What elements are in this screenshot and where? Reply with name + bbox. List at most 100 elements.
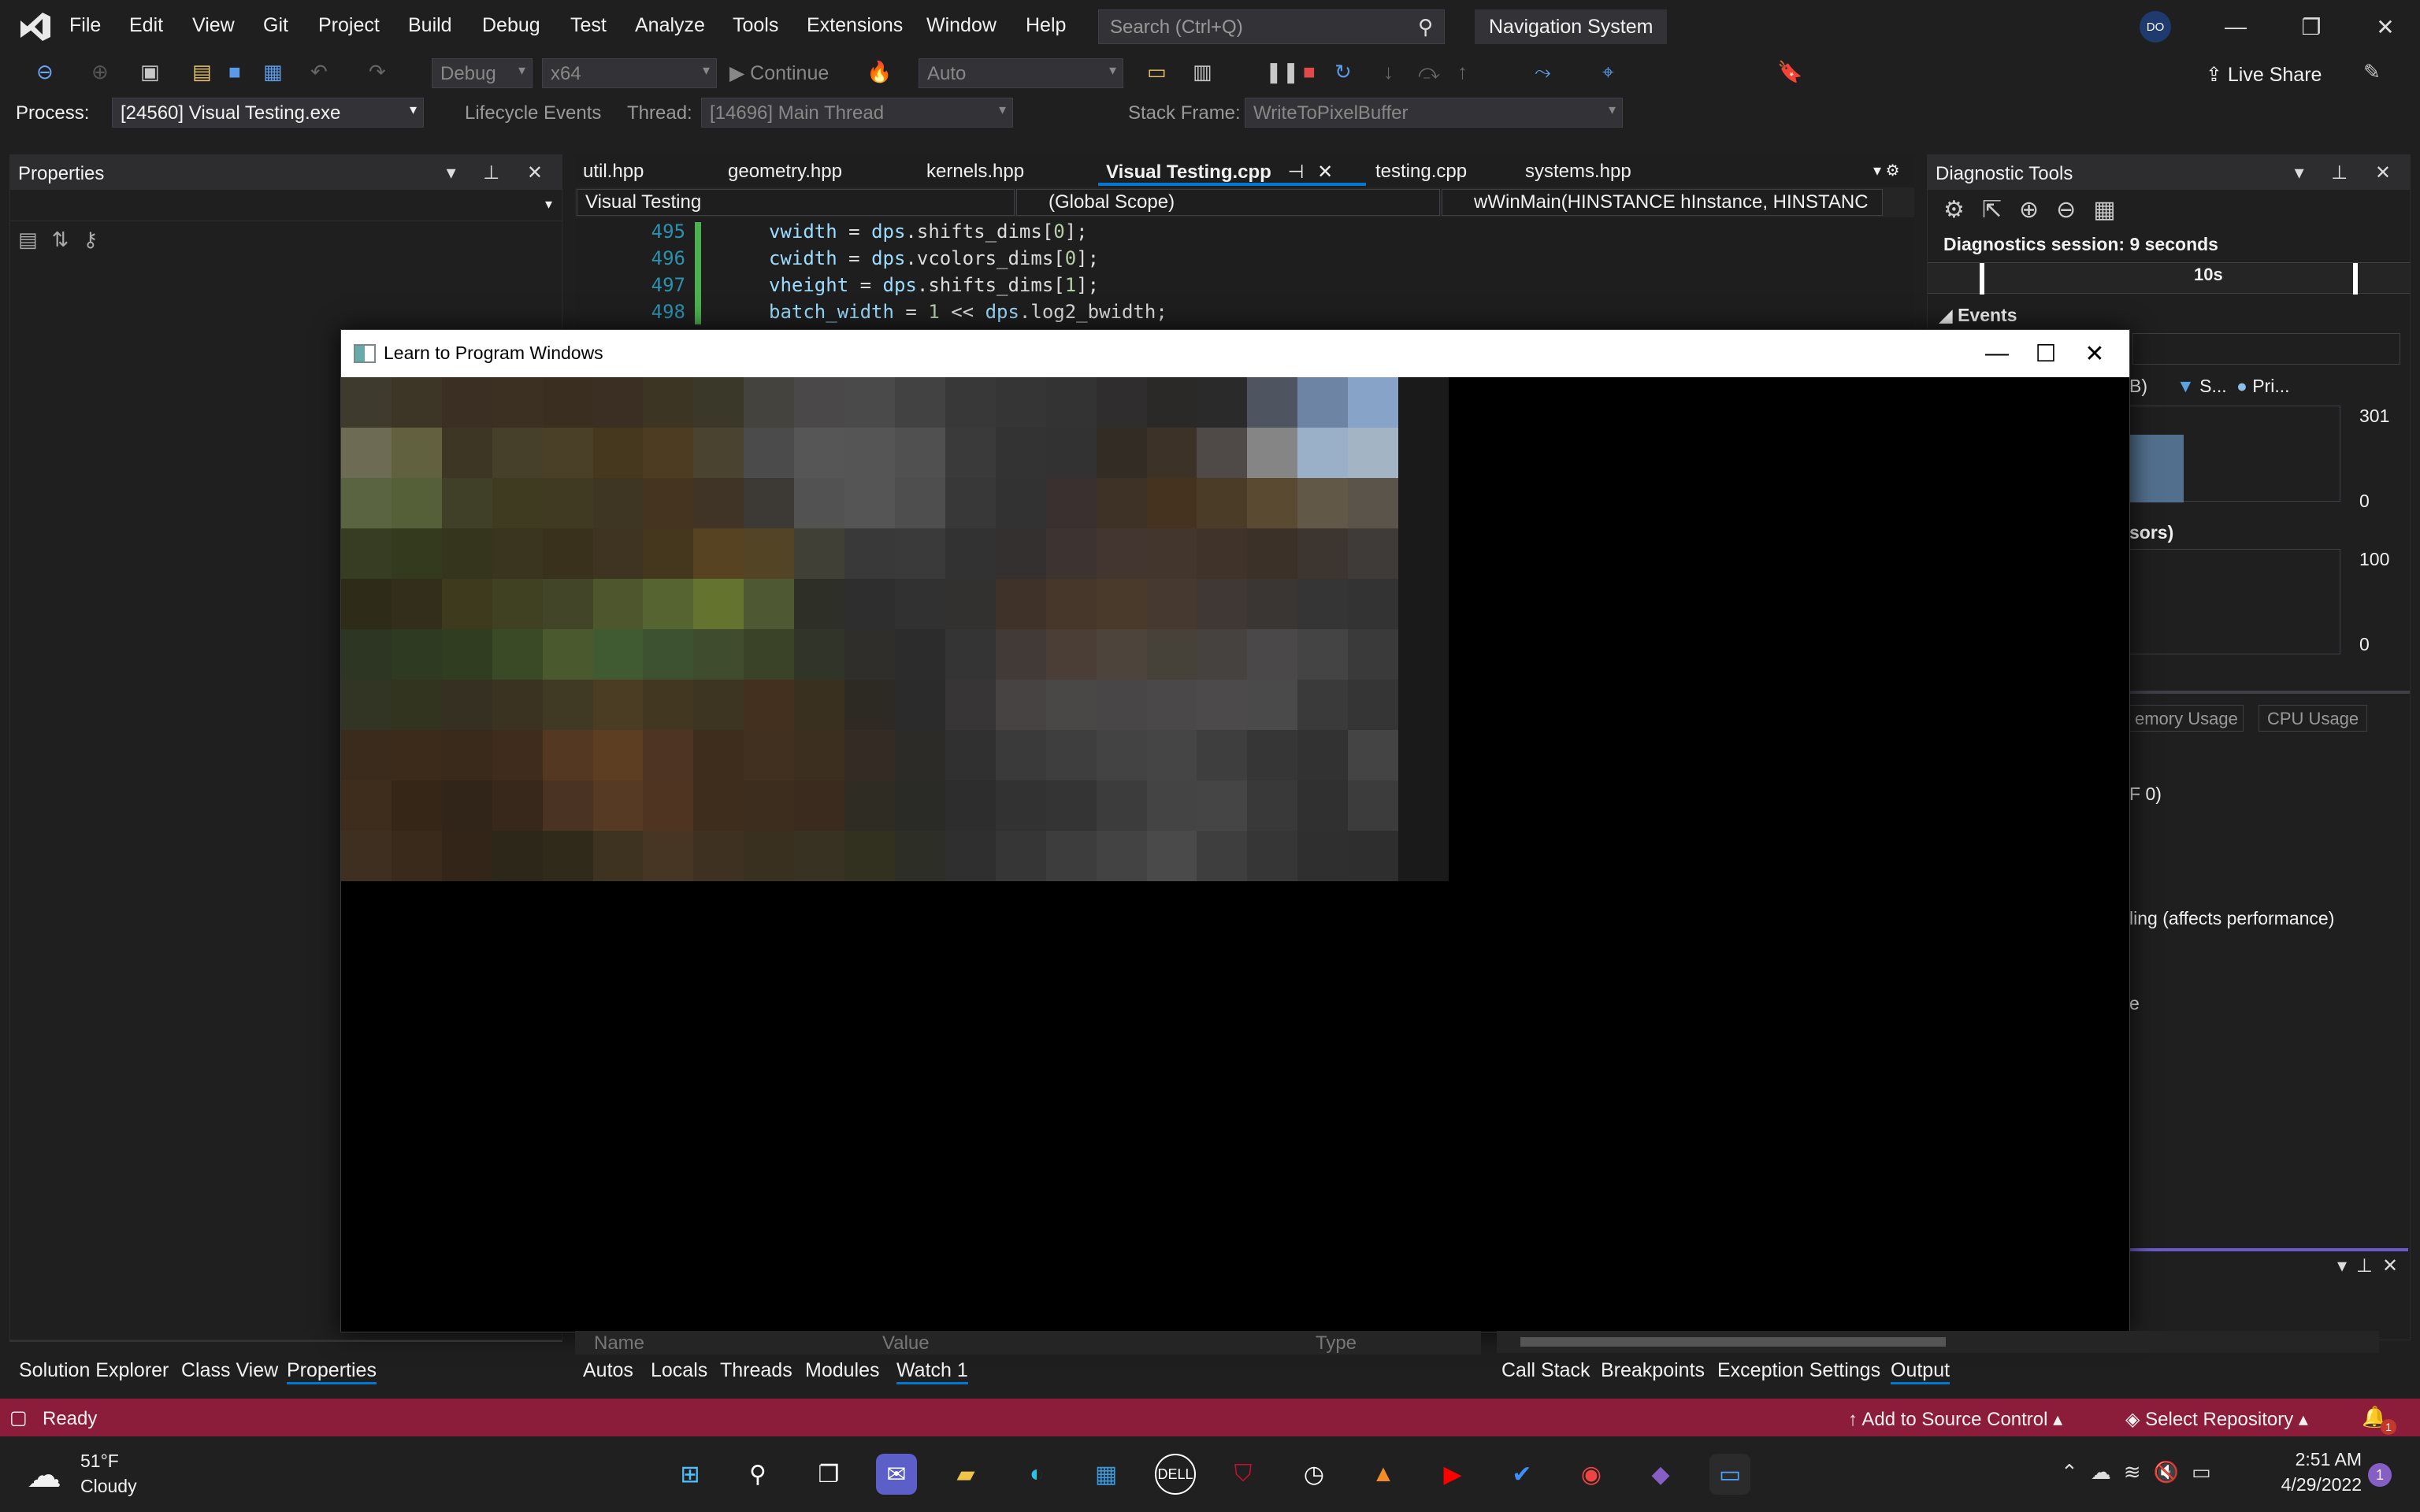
undo-icon[interactable]: ↶ — [310, 60, 328, 84]
visual-studio-logo-icon[interactable] — [16, 9, 54, 44]
menu-help[interactable]: Help — [1026, 14, 1066, 37]
tab-output[interactable]: Output — [1891, 1359, 1950, 1384]
teams-chat-icon[interactable]: ✉ — [876, 1454, 917, 1495]
menu-git[interactable]: Git — [263, 14, 288, 37]
tab-autos[interactable]: Autos — [583, 1359, 633, 1382]
close-button[interactable]: ✕ — [2362, 9, 2409, 44]
forward-icon[interactable]: ⊕ — [91, 60, 109, 84]
output-panel-controls[interactable]: ▾⊥✕ — [2337, 1254, 2407, 1277]
menu-debug[interactable]: Debug — [482, 14, 540, 37]
notification-center-badge[interactable]: 1 — [2368, 1463, 2392, 1487]
column-value[interactable]: Value — [882, 1332, 930, 1354]
tab-breakpoints[interactable]: Breakpoints — [1601, 1359, 1705, 1382]
pause-icon[interactable]: ❚❚ — [1265, 60, 1300, 84]
vlc-icon[interactable]: ▲ — [1363, 1454, 1404, 1495]
continue-button[interactable]: ▶ Continue — [729, 61, 829, 85]
step-into-icon[interactable]: ↓ — [1383, 60, 1394, 84]
avatar[interactable]: DO — [2140, 11, 2171, 43]
search-icon[interactable]: ⚲ — [737, 1454, 778, 1495]
dell-icon[interactable]: DELL — [1155, 1454, 1196, 1495]
redo-icon[interactable]: ↷ — [369, 60, 386, 84]
profiling-partial[interactable]: ling (affects performance) — [2129, 908, 2334, 929]
pixel-buffer-canvas[interactable] — [341, 377, 1449, 881]
diagnostics-icon[interactable]: ⤳ — [1535, 60, 1551, 85]
tab-cpu-usage[interactable]: CPU Usage — [2259, 705, 2368, 732]
menu-tools[interactable]: Tools — [733, 14, 778, 37]
save-icon[interactable]: ■ — [228, 60, 241, 84]
panel-controls[interactable]: ▾ ⊥ ✕ — [2295, 161, 2402, 184]
hot-reload-icon[interactable]: 🔥 — [867, 60, 892, 84]
todo-icon[interactable]: ✔ — [1501, 1454, 1542, 1495]
stop-icon[interactable]: ■ — [1303, 60, 1316, 84]
new-project-icon[interactable]: ▣ — [140, 60, 160, 84]
system-tray-icons[interactable]: ⌃☁≋🔇▭ — [2061, 1460, 2224, 1484]
pin-icon[interactable]: ⊣ — [1288, 161, 1305, 183]
lifecycle-events-label[interactable]: Lifecycle Events — [465, 102, 601, 124]
step-over-icon[interactable]: ⤼ — [1418, 60, 1440, 85]
search-input[interactable]: Search (Ctrl+Q) ⚲ — [1098, 9, 1445, 44]
tab-overflow-icon[interactable]: ▾ ⚙ — [1865, 154, 1908, 186]
tab-threads[interactable]: Threads — [720, 1359, 792, 1382]
select-repository-button[interactable]: ◈ Select Repository ▴ — [2125, 1408, 2308, 1431]
tab-properties[interactable]: Properties — [287, 1359, 377, 1384]
visual-studio-icon[interactable]: ◆ — [1640, 1454, 1681, 1495]
panel-controls[interactable]: ▾ ⊥ ✕ — [447, 161, 554, 184]
menu-analyze[interactable]: Analyze — [635, 14, 705, 37]
save-all-icon[interactable]: ▦ — [263, 60, 283, 84]
timeline-ruler[interactable]: 10s — [1928, 262, 2410, 295]
code-line[interactable]: 495 vwidth = dps.shifts_dims[0]; — [575, 220, 1914, 247]
scrollbar-thumb[interactable] — [1520, 1337, 1946, 1347]
youtube-music-icon[interactable]: ▶ — [1432, 1454, 1473, 1495]
auto-select[interactable]: Auto ▾ — [919, 58, 1123, 88]
tab-solution-explorer[interactable]: Solution Explorer — [19, 1359, 169, 1382]
feedback-icon[interactable]: ✎ — [2363, 60, 2381, 84]
live-share-button[interactable]: ⇪ Live Share — [2206, 63, 2322, 87]
column-name[interactable]: Name — [594, 1332, 644, 1354]
app-titlebar[interactable]: Learn to Program Windows — ☐ ✕ — [341, 330, 2129, 377]
timeline-start-marker[interactable] — [1980, 263, 1984, 295]
start-windows-icon[interactable]: ⊞ — [670, 1454, 711, 1495]
chrome-icon[interactable]: ◉ — [1571, 1454, 1612, 1495]
menu-extensions[interactable]: Extensions — [807, 14, 903, 37]
tab-util[interactable]: util.hpp — [575, 154, 651, 186]
open-folder-icon[interactable]: ▤ — [192, 60, 212, 84]
configuration-select[interactable]: Debug ▾ — [432, 58, 533, 88]
scope-select[interactable]: (Global Scope) — [1016, 189, 1440, 216]
function-select[interactable]: wWinMain(HINSTANCE hInstance, HINSTANC — [1442, 189, 1883, 216]
clock-date[interactable]: 4/29/2022 — [2259, 1474, 2362, 1495]
object-selector[interactable]: ▾ — [10, 193, 562, 221]
app-window[interactable]: Learn to Program Windows — ☐ ✕ — [340, 329, 2130, 1332]
minimize-button[interactable]: — — [2212, 9, 2259, 44]
cursor-icon[interactable]: ⌖ — [1602, 60, 1614, 85]
tab-exception-settings[interactable]: Exception Settings — [1717, 1359, 1880, 1382]
stack-frame-select[interactable]: WriteToPixelBuffer ▾ — [1245, 98, 1623, 128]
properties-toolbar[interactable]: ▤⇅⚷ — [18, 228, 112, 252]
edge-browser-icon[interactable]: ◐ — [1016, 1454, 1057, 1495]
platform-select[interactable]: x64 ▾ — [542, 58, 717, 88]
clock-time[interactable]: 2:51 AM — [2259, 1449, 2362, 1470]
code-line[interactable]: 498 batch_width = 1 << dps.log2_bwidth; — [575, 301, 1914, 328]
add-to-source-control-button[interactable]: ↑ Add to Source Control ▴ — [1848, 1408, 2062, 1431]
task-view-icon[interactable]: ❐ — [808, 1454, 849, 1495]
tab-visual-testing[interactable]: Visual Testing.cpp ⊣ ✕ — [1098, 154, 1366, 186]
browse-icon[interactable]: ▭ — [1147, 60, 1167, 84]
code-line[interactable]: 497 vheight = dps.shifts_dims[1]; — [575, 274, 1914, 301]
events-section[interactable]: ◢ Events — [1939, 305, 2017, 326]
tab-watch-1[interactable]: Watch 1 — [896, 1359, 968, 1384]
mcafee-icon[interactable]: ⛉ — [1223, 1454, 1264, 1495]
tab-testing[interactable]: testing.cpp — [1368, 154, 1475, 186]
menu-project[interactable]: Project — [318, 14, 380, 37]
step-out-icon[interactable]: ↑ — [1457, 60, 1468, 84]
menu-window[interactable]: Window — [926, 14, 997, 37]
close-icon[interactable]: ✕ — [1317, 161, 1333, 183]
tab-memory-usage[interactable]: emory Usage — [2129, 705, 2244, 732]
restart-icon[interactable]: ↻ — [1334, 60, 1352, 84]
tab-geometry[interactable]: geometry.hpp — [720, 154, 850, 186]
tab-kernels[interactable]: kernels.hpp — [919, 154, 1032, 186]
app-window-taskbar-icon[interactable]: ▭ — [1709, 1454, 1750, 1495]
app-maximize-button[interactable]: ☐ — [2022, 336, 2069, 371]
maximize-button[interactable]: ❐ — [2288, 9, 2335, 44]
process-select[interactable]: [24560] Visual Testing.exe ▾ — [112, 98, 424, 128]
menu-file[interactable]: File — [69, 14, 101, 37]
clock-app-icon[interactable]: ◷ — [1294, 1454, 1334, 1495]
